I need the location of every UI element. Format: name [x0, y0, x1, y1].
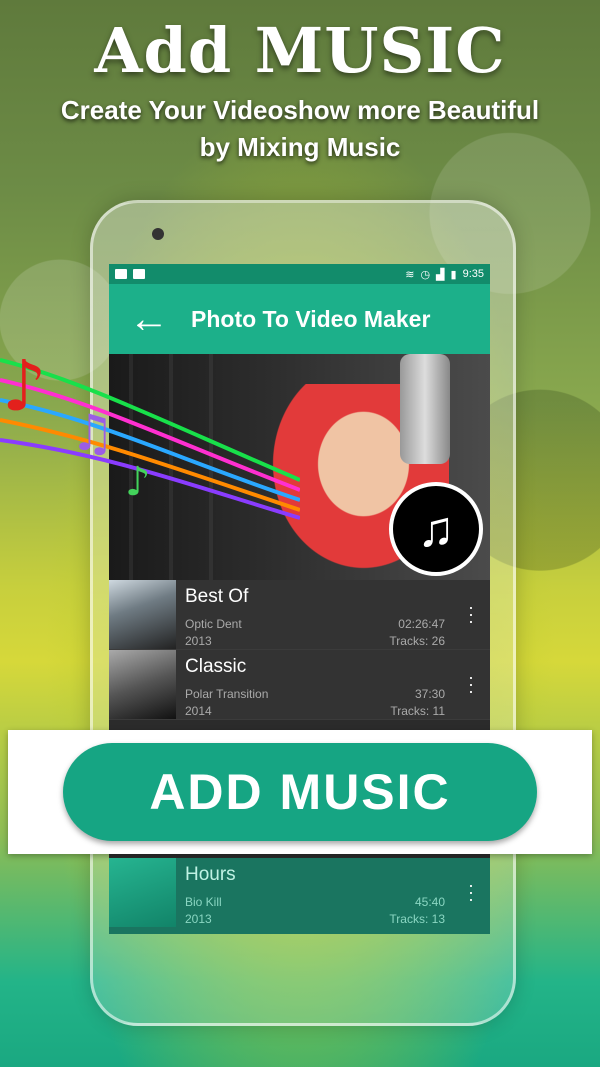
track-year: 2014 — [185, 704, 212, 718]
wifi-icon: ≋ — [405, 268, 415, 281]
message-icon — [133, 269, 145, 279]
signal-icon: ▟ — [436, 268, 445, 281]
album-thumbnail — [109, 650, 176, 719]
arrow-left-icon[interactable]: ← — [129, 299, 177, 339]
track-year: 2013 — [185, 912, 212, 926]
app-bar: ← Photo To Video Maker — [109, 284, 490, 354]
more-vert-icon[interactable]: · · · — [466, 598, 476, 630]
track-row[interactable]: Best Of Optic Dent 2013 02:26:47 Tracks:… — [109, 580, 490, 650]
hero-image: ♫ — [109, 354, 490, 580]
status-bar: ≋ ◷ ▟ ▮ 9:35 — [109, 264, 490, 284]
promo-headline: Add MUSIC — [94, 14, 506, 87]
track-row[interactable]: Hours Bio Kill 2013 45:40 Tracks: 13 · · · — [109, 858, 490, 934]
app-title: Photo To Video Maker — [191, 305, 431, 332]
track-duration: 37:30 — [414, 687, 445, 701]
promo-subline-line-1: Create Your Videoshow more Beautiful — [60, 95, 540, 125]
microphone-photo — [400, 354, 450, 464]
track-count: Tracks: 13 — [389, 912, 445, 926]
phone-camera — [152, 228, 164, 240]
album-thumbnail — [109, 580, 176, 649]
track-count: Tracks: 26 — [389, 634, 445, 648]
battery-icon: ▮ — [450, 268, 457, 281]
mail-icon — [115, 269, 127, 279]
track-artist: Optic Dent — [185, 617, 242, 631]
track-duration: 45:40 — [414, 895, 445, 909]
track-title: Hours — [185, 864, 236, 885]
album-thumbnail — [109, 858, 176, 927]
acoustic-panel — [209, 354, 213, 580]
track-count: Tracks: 11 — [390, 704, 445, 718]
track-year: 2013 — [185, 634, 212, 648]
more-vert-icon[interactable]: · · · — [466, 668, 476, 700]
acoustic-panel — [129, 354, 133, 580]
alarm-icon: ◷ — [420, 268, 431, 281]
acoustic-panel — [169, 354, 173, 580]
track-title: Best Of — [185, 586, 249, 607]
add-music-button[interactable]: ADD MUSIC — [63, 743, 537, 841]
status-time: 9:35 — [462, 268, 484, 280]
track-duration: 02:26:47 — [398, 617, 445, 631]
more-vert-icon[interactable]: · · · — [466, 876, 476, 908]
track-artist: Polar Transition — [185, 687, 269, 701]
music-note-icon[interactable]: ♫ — [389, 482, 483, 576]
track-artist: Bio Kill — [185, 895, 222, 909]
track-row[interactable]: Classic Polar Transition 2014 37:30 Trac… — [109, 650, 490, 720]
promo-subline-line-2: by Mixing Music — [199, 132, 401, 162]
faded-track-list: Hours Bio Kill 2013 45:40 Tracks: 13 · · · — [109, 858, 490, 934]
promo-subline: Create Your Videoshow more Beautiful by … — [0, 92, 600, 166]
track-title: Classic — [185, 656, 247, 677]
